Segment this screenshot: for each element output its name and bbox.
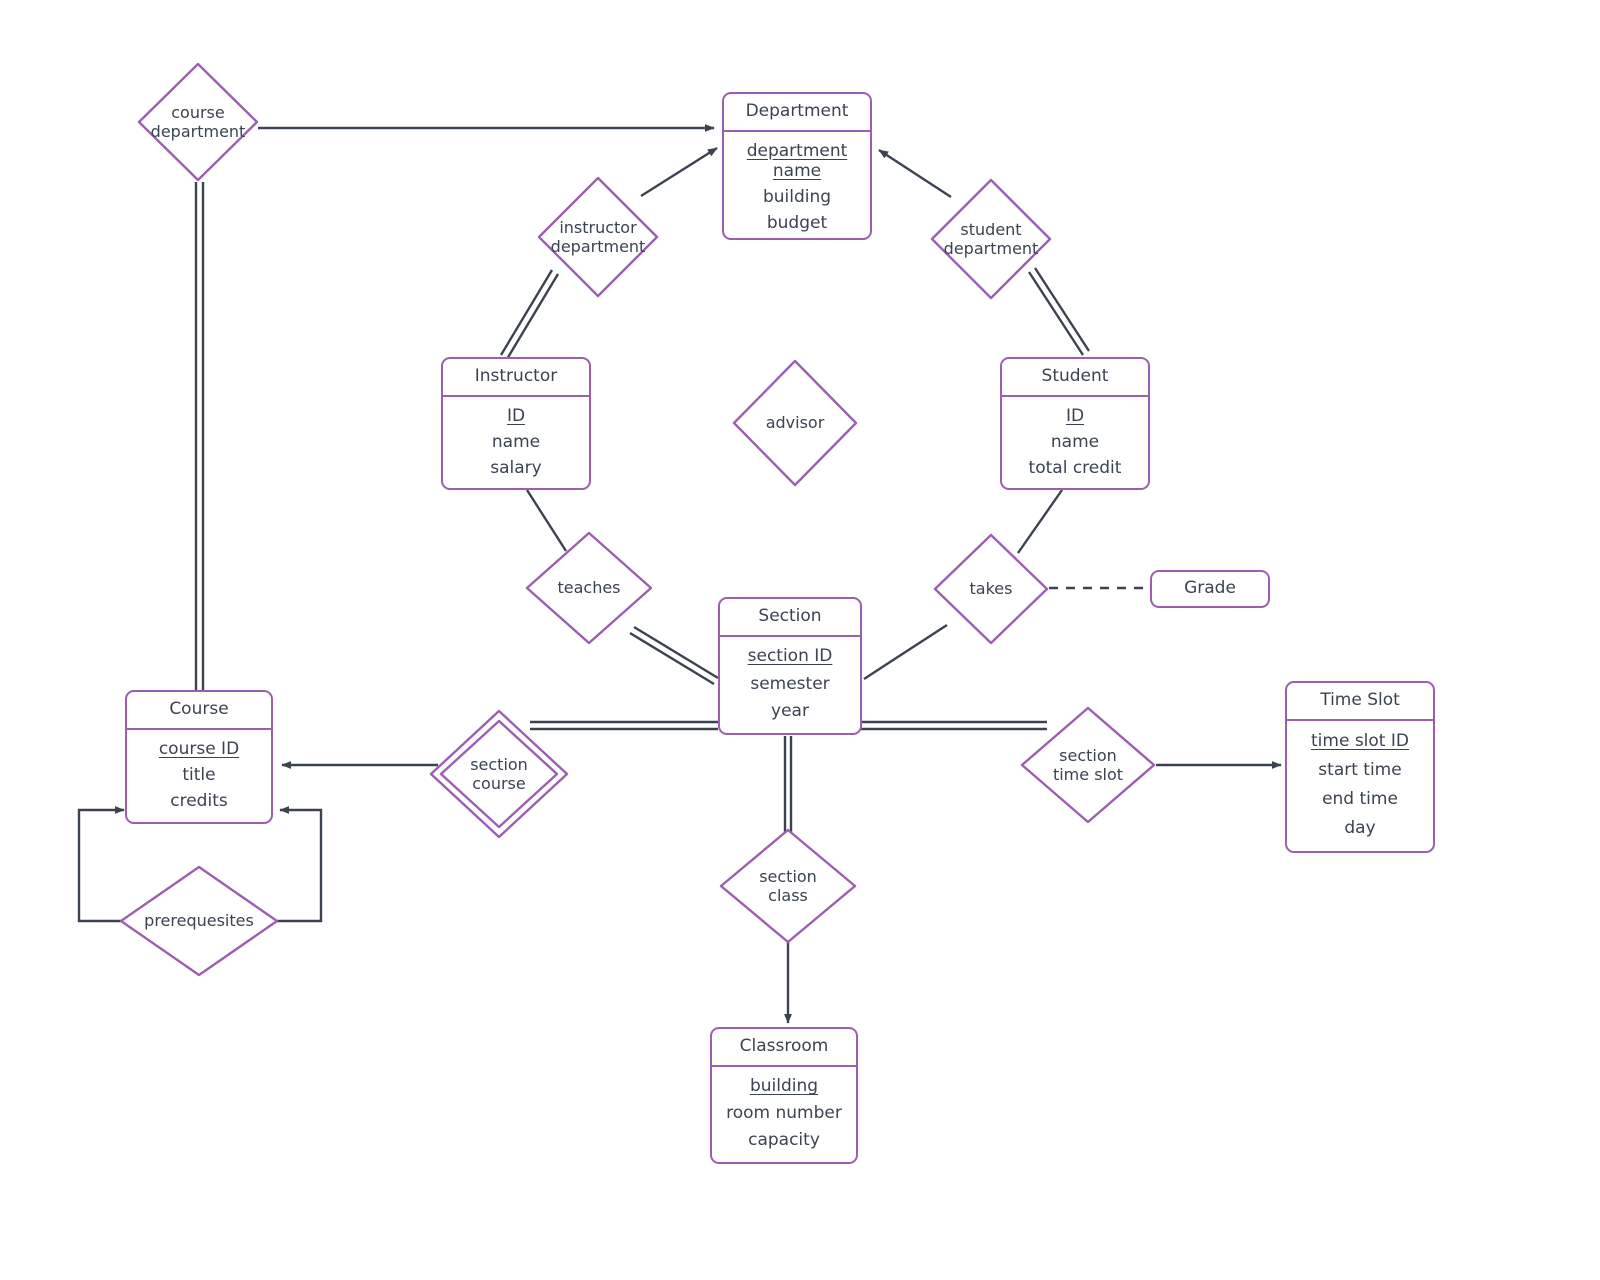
relationship-section-time-slot[interactable]: section time slot (1019, 705, 1157, 825)
diamond-shape (930, 178, 1052, 300)
attribute-time-slot-end-time: end time (1322, 789, 1398, 810)
attribute-time-slot-id: time slot ID (1311, 731, 1409, 752)
entity-classroom-attributes: building room number capacity (712, 1067, 856, 1162)
diamond-shape (1020, 706, 1156, 824)
attribute-classroom-capacity: capacity (748, 1130, 820, 1151)
entity-instructor-attributes: ID name salary (443, 397, 589, 489)
relationship-instructor-department[interactable]: instructor department (536, 175, 660, 299)
entity-course-title: Course (127, 692, 271, 730)
relationship-course-department[interactable]: course department (136, 61, 260, 183)
entity-time-slot[interactable]: Time Slot time slot ID start time end ti… (1285, 681, 1435, 853)
relationship-takes[interactable]: takes (932, 532, 1050, 646)
relationship-section-course[interactable]: section course (428, 708, 570, 840)
attribute-time-slot-start-time: start time (1318, 760, 1402, 781)
attribute-instructor-id: ID (506, 405, 526, 426)
entity-student-title: Student (1002, 359, 1148, 397)
relationship-prerequesites[interactable]: prerequesites (118, 864, 280, 978)
diamond-shape (933, 533, 1049, 645)
diamond-shape (719, 828, 857, 944)
entity-section[interactable]: Section section ID semester year (718, 597, 862, 735)
entity-grade[interactable]: Grade (1150, 570, 1270, 608)
relationship-advisor[interactable]: advisor (731, 358, 859, 488)
diamond-shape-double (429, 709, 569, 839)
attribute-department-building: building (762, 186, 832, 207)
relationship-teaches[interactable]: teaches (524, 530, 654, 646)
attribute-student-name: name (1050, 431, 1100, 452)
er-diagram-canvas: Department department name building budg… (0, 0, 1600, 1280)
relationship-student-department[interactable]: student department (929, 177, 1053, 301)
entity-course-attributes: course ID title credits (127, 730, 271, 822)
attribute-instructor-name: name (491, 431, 541, 452)
entity-instructor-title: Instructor (443, 359, 589, 397)
entity-classroom-title: Classroom (712, 1029, 856, 1067)
diamond-shape (525, 531, 653, 645)
attribute-section-semester: semester (750, 673, 830, 694)
attribute-department-budget: budget (766, 212, 828, 233)
attribute-classroom-room-number: room number (726, 1103, 842, 1124)
entity-course[interactable]: Course course ID title credits (125, 690, 273, 824)
attribute-course-id: course ID (158, 738, 240, 759)
relationship-section-class[interactable]: section class (718, 827, 858, 945)
diamond-shape (137, 62, 259, 182)
entity-grade-title: Grade (1184, 578, 1236, 599)
edge-prereq-course-right (274, 806, 323, 923)
entity-classroom[interactable]: Classroom building room number capacity (710, 1027, 858, 1164)
entity-time-slot-title: Time Slot (1287, 683, 1433, 721)
entity-student-attributes: ID name total credit (1002, 397, 1148, 489)
diamond-shape (119, 865, 279, 977)
attribute-instructor-salary: salary (490, 457, 542, 478)
entity-section-title: Section (720, 599, 860, 637)
attribute-course-credits: credits (170, 790, 228, 811)
entity-instructor[interactable]: Instructor ID name salary (441, 357, 591, 490)
entity-student[interactable]: Student ID name total credit (1000, 357, 1150, 490)
diamond-shape (732, 359, 858, 487)
attribute-time-slot-day: day (1344, 818, 1376, 839)
entity-time-slot-attributes: time slot ID start time end time day (1287, 721, 1433, 851)
attribute-student-id: ID (1065, 405, 1085, 426)
attribute-section-id: section ID (747, 646, 833, 667)
entity-department-attributes: department name building budget (724, 132, 870, 244)
attribute-department-name: department name (746, 140, 848, 181)
attribute-student-total-credit: total credit (1028, 457, 1122, 478)
entity-department[interactable]: Department department name building budg… (722, 92, 872, 240)
entity-department-title: Department (724, 94, 870, 132)
entity-section-attributes: section ID semester year (720, 637, 860, 733)
diamond-shape (537, 176, 659, 298)
attribute-course-title: title (182, 764, 216, 785)
attribute-section-year: year (771, 701, 809, 722)
attribute-classroom-building: building (749, 1076, 819, 1097)
